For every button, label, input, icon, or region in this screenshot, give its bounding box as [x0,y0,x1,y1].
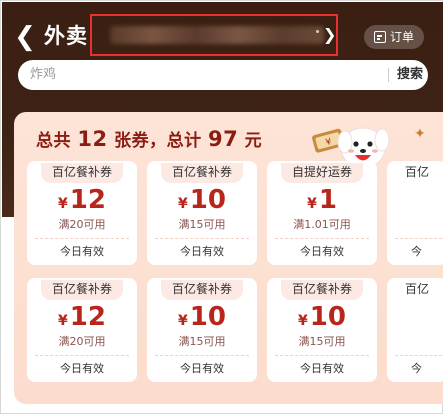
coupon-divider [395,355,443,356]
search-input[interactable]: 炸鸡 [30,60,56,90]
coupon-tag: 百亿餐补券 [147,278,257,300]
coupon-divider [275,238,369,239]
search-bar[interactable]: 炸鸡 搜索 [18,60,428,90]
page-title: 外卖 [44,24,88,48]
summary-suffix: 元 [244,131,263,151]
coupon-validity: 今日有效 [300,245,344,258]
coupon-tag: 百亿 [405,165,430,179]
coupon-amount: ¥10 [298,302,346,332]
coupon-divider [155,355,249,356]
orders-label: 订单 [389,30,414,44]
coupon-validity: 今日有效 [300,362,344,375]
orders-button[interactable]: 订单 [364,25,424,49]
coupon-divider [35,238,129,239]
coupon-divider [275,355,369,356]
coupon-condition: 满20可用 [58,335,106,348]
back-arrow-icon[interactable]: ❮ [12,22,38,52]
summary-middle: 张券，总计 [114,131,202,151]
coupon-card[interactable]: 百亿餐补券 ¥10 满15可用 今日有效 [147,161,257,265]
coupon-panel: 总共 12 张券，总计 97 元 ¥ ✦ 百亿餐补券 ¥12 满20可用 今日有… [14,112,443,404]
coupon-tag: 百亿 [405,282,430,296]
coupon-card[interactable]: 自提好运券 ¥1 满1.01可用 今日有效 [267,161,377,265]
coupon-tag: 百亿餐补券 [27,278,137,300]
coupon-condition: 满15可用 [178,335,226,348]
address-dot [316,30,319,33]
coupon-divider [35,355,129,356]
sparkle-icon: ✦ [414,126,426,142]
coupon-condition: 满1.01可用 [293,218,351,231]
coupon-tag: 百亿餐补券 [147,161,257,183]
app-frame: ❮ 外卖 ❯ 订单 炸鸡 搜索 总共 12 张券，总计 97 元 ¥ ✦ 百亿餐… [0,0,443,414]
coupon-validity: 今日有效 [60,362,104,375]
coupon-card-partial[interactable]: 百亿 今 [387,161,443,265]
chevron-right-icon[interactable]: ❯ [323,24,336,46]
coupon-condition: 满15可用 [298,335,346,348]
coupon-card[interactable]: 百亿餐补券 ¥10 满15可用 今日有效 [267,278,377,382]
coupon-validity: 今日有效 [180,362,224,375]
coupon-validity: 今 [411,245,422,258]
coupon-amount: ¥12 [58,302,106,332]
summary-prefix: 总共 [36,131,71,151]
coupon-condition: 满15可用 [178,218,226,231]
coupon-summary: 总共 12 张券，总计 97 元 [36,126,262,154]
coupon-count: 12 [77,127,108,151]
coupon-card[interactable]: 百亿餐补券 ¥10 满15可用 今日有效 [147,278,257,382]
coupon-amount: ¥10 [178,302,226,332]
blurred-address [110,26,324,44]
coupon-divider [155,238,249,239]
coupon-validity: 今日有效 [180,245,224,258]
search-button[interactable]: 搜索 [392,60,428,90]
coupon-amount: ¥10 [178,185,226,215]
coupon-tag: 百亿餐补券 [27,161,137,183]
coupon-total: 97 [208,127,239,151]
coupon-amount: ¥1 [307,185,337,215]
search-divider [388,68,389,82]
receipt-icon [373,31,386,43]
coupon-amount: ¥12 [58,185,106,215]
coupon-card-partial[interactable]: 百亿 今 [387,278,443,382]
coupon-condition: 满20可用 [58,218,106,231]
coupon-validity: 今日有效 [60,245,104,258]
coupon-tag: 自提好运券 [267,161,377,183]
coupon-card[interactable]: 百亿餐补券 ¥12 满20可用 今日有效 [27,278,137,382]
coupon-card[interactable]: 百亿餐补券 ¥12 满20可用 今日有效 [27,161,137,265]
coupon-validity: 今 [411,362,422,375]
coupon-divider [395,238,443,239]
address-selector[interactable] [90,14,338,56]
coupon-tag: 百亿餐补券 [267,278,377,300]
